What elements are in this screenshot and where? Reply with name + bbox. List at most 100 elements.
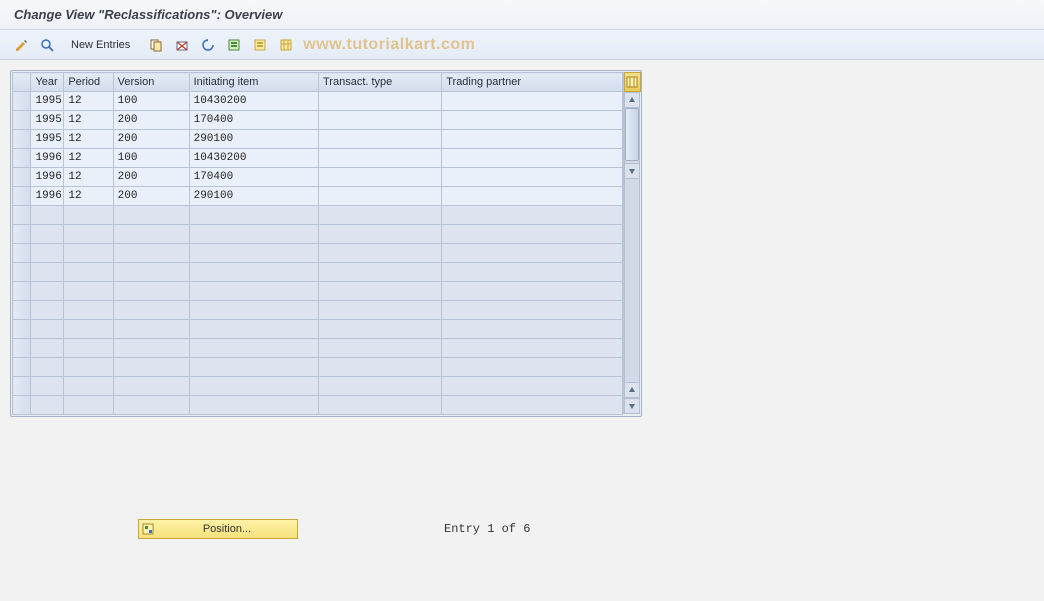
cell-transact-type[interactable] bbox=[319, 130, 442, 149]
cell-year[interactable]: 1996 bbox=[31, 187, 64, 206]
cell-period[interactable] bbox=[64, 301, 113, 320]
cell-trading-partner[interactable] bbox=[442, 225, 623, 244]
cell-transact-type[interactable] bbox=[319, 168, 442, 187]
row-selector[interactable] bbox=[13, 168, 31, 187]
cell-period[interactable]: 12 bbox=[64, 130, 113, 149]
cell-transact-type[interactable] bbox=[319, 225, 442, 244]
row-selector[interactable] bbox=[13, 111, 31, 130]
cell-initiating-item[interactable] bbox=[189, 358, 318, 377]
cell-version[interactable] bbox=[113, 282, 189, 301]
col-header-version[interactable]: Version bbox=[113, 73, 189, 92]
cell-version[interactable]: 200 bbox=[113, 111, 189, 130]
row-selector[interactable] bbox=[13, 187, 31, 206]
cell-version[interactable]: 100 bbox=[113, 92, 189, 111]
cell-year[interactable]: 1996 bbox=[31, 168, 64, 187]
cell-initiating-item[interactable]: 10430200 bbox=[189, 92, 318, 111]
cell-initiating-item[interactable]: 170400 bbox=[189, 111, 318, 130]
cell-period[interactable] bbox=[64, 377, 113, 396]
delete-icon[interactable] bbox=[171, 35, 193, 55]
cell-initiating-item[interactable]: 170400 bbox=[189, 168, 318, 187]
cell-version[interactable] bbox=[113, 358, 189, 377]
cell-transact-type[interactable] bbox=[319, 187, 442, 206]
cell-version[interactable] bbox=[113, 396, 189, 415]
cell-initiating-item[interactable]: 290100 bbox=[189, 187, 318, 206]
cell-version[interactable] bbox=[113, 225, 189, 244]
cell-version[interactable] bbox=[113, 244, 189, 263]
cell-trading-partner[interactable] bbox=[442, 396, 623, 415]
new-entries-button[interactable]: New Entries bbox=[64, 36, 137, 54]
cell-transact-type[interactable] bbox=[319, 301, 442, 320]
cell-year[interactable]: 1996 bbox=[31, 149, 64, 168]
cell-version[interactable]: 200 bbox=[113, 130, 189, 149]
col-header-transact-type[interactable]: Transact. type bbox=[319, 73, 442, 92]
table-configure-button[interactable] bbox=[624, 72, 641, 92]
row-selector[interactable] bbox=[13, 301, 31, 320]
cell-transact-type[interactable] bbox=[319, 206, 442, 225]
cell-period[interactable] bbox=[64, 244, 113, 263]
scroll-down-button[interactable] bbox=[624, 163, 640, 179]
cell-transact-type[interactable] bbox=[319, 263, 442, 282]
col-header-period[interactable]: Period bbox=[64, 73, 113, 92]
row-selector[interactable] bbox=[13, 263, 31, 282]
cell-initiating-item[interactable] bbox=[189, 244, 318, 263]
row-selector[interactable] bbox=[13, 396, 31, 415]
scroll-page-down-button[interactable] bbox=[624, 398, 640, 414]
cell-year[interactable] bbox=[31, 358, 64, 377]
cell-year[interactable] bbox=[31, 244, 64, 263]
col-header-initiating-item[interactable]: Initiating item bbox=[189, 73, 318, 92]
cell-initiating-item[interactable]: 10430200 bbox=[189, 149, 318, 168]
cell-trading-partner[interactable] bbox=[442, 282, 623, 301]
cell-initiating-item[interactable] bbox=[189, 263, 318, 282]
select-all-icon[interactable] bbox=[223, 35, 245, 55]
cell-period[interactable] bbox=[64, 263, 113, 282]
cell-initiating-item[interactable] bbox=[189, 206, 318, 225]
cell-transact-type[interactable] bbox=[319, 111, 442, 130]
cell-version[interactable]: 200 bbox=[113, 168, 189, 187]
cell-year[interactable] bbox=[31, 396, 64, 415]
cell-initiating-item[interactable]: 290100 bbox=[189, 130, 318, 149]
cell-version[interactable] bbox=[113, 377, 189, 396]
cell-initiating-item[interactable] bbox=[189, 282, 318, 301]
cell-year[interactable]: 1995 bbox=[31, 130, 64, 149]
copy-icon[interactable] bbox=[145, 35, 167, 55]
cell-trading-partner[interactable] bbox=[442, 320, 623, 339]
cell-year[interactable]: 1995 bbox=[31, 92, 64, 111]
undo-icon[interactable] bbox=[197, 35, 219, 55]
cell-initiating-item[interactable] bbox=[189, 225, 318, 244]
cell-year[interactable] bbox=[31, 301, 64, 320]
cell-version[interactable] bbox=[113, 301, 189, 320]
cell-trading-partner[interactable] bbox=[442, 358, 623, 377]
cell-transact-type[interactable] bbox=[319, 92, 442, 111]
cell-initiating-item[interactable] bbox=[189, 339, 318, 358]
cell-transact-type[interactable] bbox=[319, 377, 442, 396]
cell-version[interactable] bbox=[113, 263, 189, 282]
row-selector[interactable] bbox=[13, 225, 31, 244]
cell-period[interactable] bbox=[64, 320, 113, 339]
row-selector[interactable] bbox=[13, 320, 31, 339]
cell-period[interactable] bbox=[64, 358, 113, 377]
cell-period[interactable]: 12 bbox=[64, 168, 113, 187]
col-header-trading-partner[interactable]: Trading partner bbox=[442, 73, 623, 92]
cell-period[interactable]: 12 bbox=[64, 149, 113, 168]
cell-transact-type[interactable] bbox=[319, 244, 442, 263]
cell-year[interactable] bbox=[31, 320, 64, 339]
cell-transact-type[interactable] bbox=[319, 320, 442, 339]
cell-trading-partner[interactable] bbox=[442, 377, 623, 396]
col-header-year[interactable]: Year bbox=[31, 73, 64, 92]
cell-year[interactable] bbox=[31, 206, 64, 225]
row-selector[interactable] bbox=[13, 377, 31, 396]
cell-transact-type[interactable] bbox=[319, 282, 442, 301]
scroll-thumb[interactable] bbox=[625, 108, 639, 161]
cell-year[interactable] bbox=[31, 282, 64, 301]
cell-transact-type[interactable] bbox=[319, 396, 442, 415]
cell-period[interactable]: 12 bbox=[64, 187, 113, 206]
cell-trading-partner[interactable] bbox=[442, 301, 623, 320]
cell-version[interactable]: 200 bbox=[113, 187, 189, 206]
cell-period[interactable] bbox=[64, 396, 113, 415]
row-selector[interactable] bbox=[13, 358, 31, 377]
cell-trading-partner[interactable] bbox=[442, 92, 623, 111]
cell-trading-partner[interactable] bbox=[442, 168, 623, 187]
scroll-page-up-button[interactable] bbox=[624, 382, 640, 398]
cell-trading-partner[interactable] bbox=[442, 187, 623, 206]
row-selector[interactable] bbox=[13, 149, 31, 168]
